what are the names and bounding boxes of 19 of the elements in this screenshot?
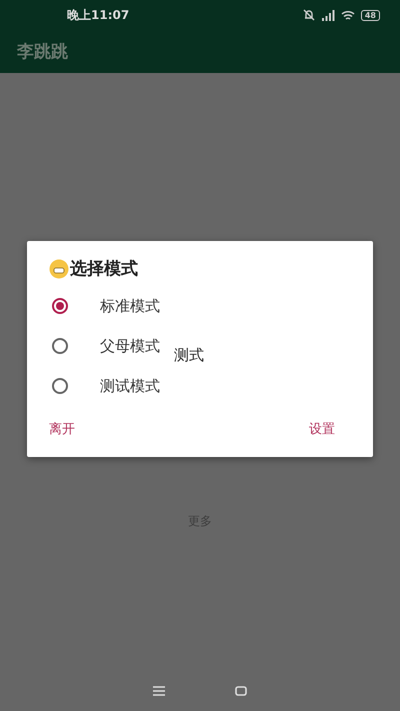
battery-icon: 48 bbox=[360, 10, 380, 20]
mute-icon bbox=[302, 9, 315, 21]
status-time: 晚上11:07 bbox=[67, 6, 130, 24]
dialog-title: 选择模式 bbox=[70, 258, 138, 280]
app-title: 李跳跳 bbox=[17, 41, 68, 63]
menu-icon[interactable] bbox=[153, 686, 165, 696]
radio-button[interactable] bbox=[52, 378, 68, 394]
emoji-icon bbox=[49, 258, 69, 278]
dialog-button[interactable]: 离开 bbox=[41, 416, 83, 442]
radio-option[interactable]: 父母模式 bbox=[49, 326, 160, 366]
radio-option[interactable]: 标准模式 bbox=[49, 286, 160, 326]
radio-button[interactable] bbox=[52, 298, 68, 314]
radio-button[interactable] bbox=[52, 338, 68, 354]
signal-icon bbox=[320, 10, 335, 20]
overlay-text: 测式 bbox=[174, 346, 204, 364]
dialog-button[interactable]: 设置 bbox=[301, 416, 343, 442]
wifi-icon bbox=[340, 10, 355, 20]
home-icon[interactable] bbox=[235, 686, 247, 696]
radio-option[interactable]: 测试模式 bbox=[49, 366, 160, 406]
